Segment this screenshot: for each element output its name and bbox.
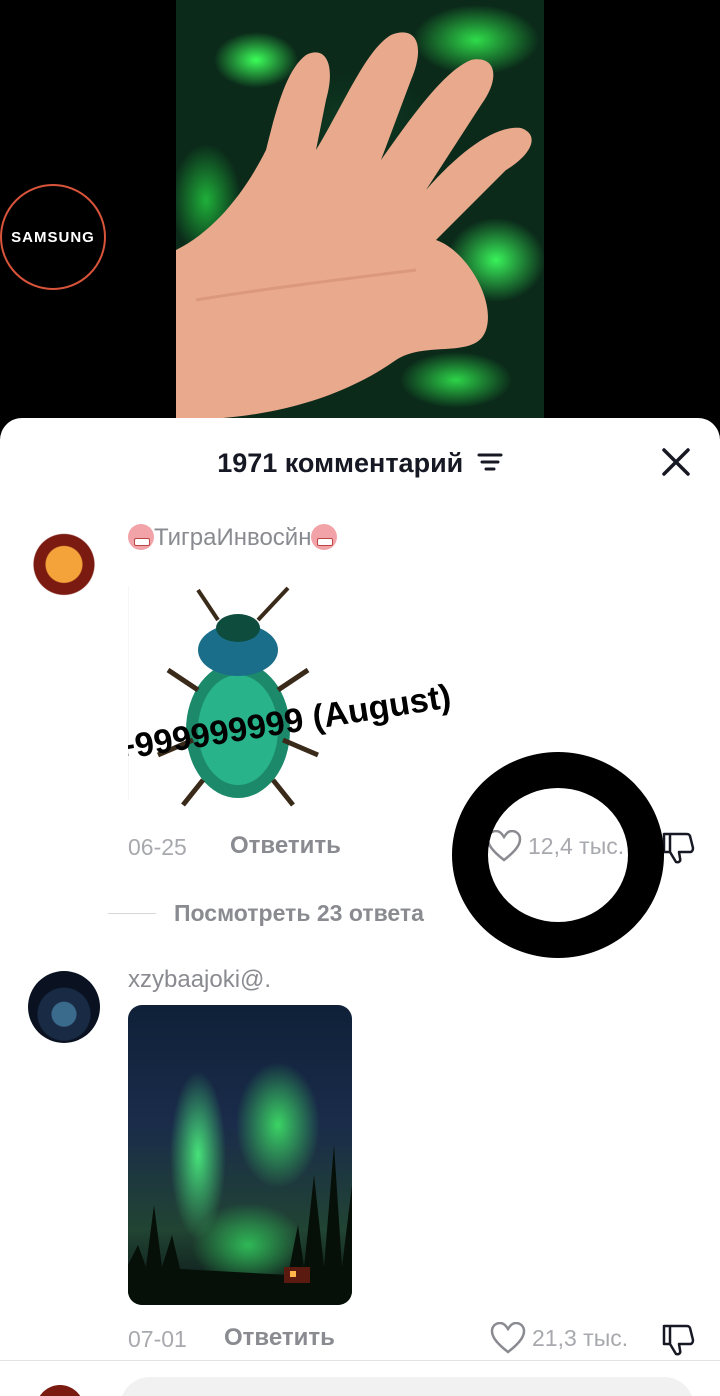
like-button[interactable]: 21,3 тыс. — [490, 1322, 628, 1354]
sticker-caption: Aura +999999999 (August) — [128, 678, 454, 782]
divider — [108, 912, 156, 914]
comment-date: 06-25 — [128, 834, 187, 860]
reply-button[interactable]: Ответить — [230, 832, 341, 860]
comment-username[interactable]: ТиграИнвосйн — [128, 524, 338, 552]
like-count: 12,4 тыс. — [528, 832, 625, 859]
comment-date: 07-01 — [128, 1326, 187, 1352]
aurora-image[interactable] — [128, 1005, 352, 1305]
filter-icon[interactable] — [477, 449, 503, 480]
comments-count-label: 1971 комментарий — [217, 448, 464, 478]
video-frame[interactable] — [176, 0, 544, 440]
dislike-icon[interactable] — [660, 830, 696, 866]
angry-emoji-icon — [311, 524, 338, 550]
angry-emoji-icon — [128, 524, 154, 550]
dislike-icon[interactable] — [660, 1322, 696, 1358]
avatar — [36, 1385, 84, 1396]
like-button[interactable]: 12,4 тыс. — [486, 830, 624, 862]
comment-meta: 06-25 Ответить 12,4 тыс. — [128, 830, 698, 870]
comment-input[interactable] — [120, 1377, 694, 1396]
heart-icon — [486, 830, 522, 862]
comment-input-bar — [0, 1360, 720, 1396]
avatar[interactable] — [28, 532, 100, 604]
reply-button[interactable]: Ответить — [224, 1324, 335, 1352]
sheet-header: 1971 комментарий — [0, 418, 720, 508]
video-player[interactable]: SAMSUNG — [0, 0, 720, 440]
close-icon[interactable] — [660, 446, 692, 478]
comments-title: 1971 комментарий — [0, 448, 720, 480]
view-replies-button[interactable]: Посмотреть 23 ответа — [108, 898, 424, 928]
comment-username[interactable]: xzybaajoki@. — [128, 966, 271, 994]
heart-icon — [490, 1322, 526, 1354]
like-count: 21,3 тыс. — [532, 1324, 629, 1351]
samsung-logo[interactable]: SAMSUNG — [0, 184, 106, 290]
comments-sheet: 1971 комментарий ТиграИнвосйн Aura +9999… — [0, 418, 720, 1396]
beetle-sticker[interactable]: Aura +999999999 (August) — [27, 580, 488, 810]
comment-meta: 07-01 Ответить 21,3 тыс. — [128, 1322, 698, 1362]
hand-image — [176, 32, 532, 421]
avatar[interactable] — [28, 971, 100, 1043]
